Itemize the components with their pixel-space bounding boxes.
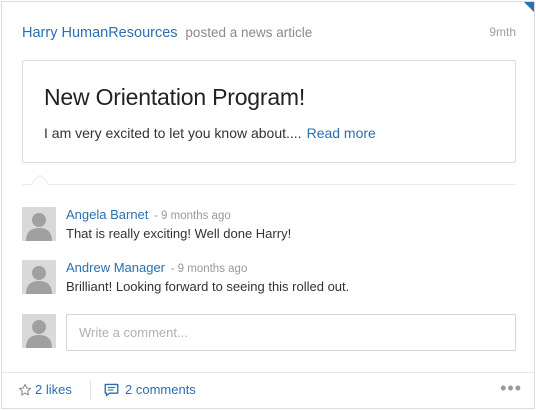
star-icon [18,383,32,395]
post-action-text: posted a news article [185,25,313,40]
comment-author-link[interactable]: Angela Barnet [66,207,148,222]
comment-header: Andrew Manager - 9 months ago [66,260,247,275]
read-more-link[interactable]: Read more [307,125,376,141]
comment-input[interactable] [66,314,516,351]
comment-author-link[interactable]: Andrew Manager [66,260,165,275]
corner-marker [524,2,534,12]
comment-bubble-icon [104,383,119,396]
current-user-avatar [22,314,56,348]
author-link[interactable]: Harry HumanResources [22,25,178,41]
comment-time: - 9 months ago [154,210,231,222]
user-silhouette-icon [26,320,52,348]
comments-notch [31,174,49,192]
comment-text: That is really exciting! Well done Harry… [66,226,292,241]
post-header: Harry HumanResources posted a news artic… [22,24,516,44]
like-button[interactable]: 2 likes [18,382,72,397]
user-silhouette-icon [26,213,52,241]
ellipsis-icon[interactable]: ••• [500,379,522,397]
article-preview[interactable]: New Orientation Program! I am very excit… [22,60,516,163]
news-post-card: Harry HumanResources posted a news artic… [1,1,535,409]
comments-count: 2 comments [125,382,196,397]
comment-item: Angela Barnet - 9 months ago That is rea… [22,207,516,247]
comment-time: - 9 months ago [170,263,248,275]
post-timestamp: 9mth [489,25,516,39]
post-footer: 2 likes 2 comments ••• [2,372,534,408]
comment-item: Andrew Manager - 9 months ago Brilliant!… [22,260,516,300]
avatar[interactable] [22,207,56,241]
comments-button[interactable]: 2 comments [104,382,196,397]
article-excerpt-line: I am very excited to let you know about.… [44,125,376,141]
likes-count: 2 likes [35,382,72,397]
article-excerpt: I am very excited to let you know about.… [44,125,302,141]
user-silhouette-icon [26,266,52,294]
comment-header: Angela Barnet - 9 months ago [66,207,231,222]
comments-divider [22,184,516,185]
footer-separator [90,380,91,400]
avatar[interactable] [22,260,56,294]
comment-text: Brilliant! Looking forward to seeing thi… [66,279,350,294]
article-title: New Orientation Program! [44,84,306,110]
